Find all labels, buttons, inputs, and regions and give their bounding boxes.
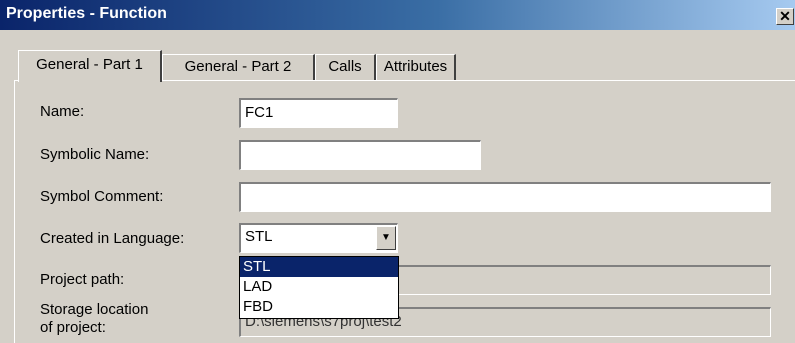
window-title: Properties - Function: [6, 5, 167, 22]
close-button[interactable]: ✕: [776, 8, 794, 25]
tab-general-part-2[interactable]: General - Part 2: [162, 54, 315, 80]
language-option-fbd[interactable]: FBD: [240, 297, 398, 317]
tab-calls[interactable]: Calls: [315, 54, 376, 80]
symbolic-name-input[interactable]: [239, 140, 481, 170]
close-icon: ✕: [779, 8, 791, 24]
dropdown-arrow-button[interactable]: ▼: [376, 226, 396, 250]
language-select[interactable]: STL ▼: [239, 223, 398, 253]
language-option-stl[interactable]: STL: [240, 257, 398, 277]
symbol-comment-label: Symbol Comment:: [40, 188, 164, 205]
storage-location-label-line1: Storage location: [40, 301, 149, 318]
language-select-value: STL: [245, 228, 273, 245]
name-label: Name:: [40, 103, 85, 120]
symbol-comment-input[interactable]: [239, 182, 771, 212]
tab-general-part-1[interactable]: General - Part 1: [18, 50, 162, 82]
name-input[interactable]: FC1: [239, 98, 398, 128]
language-option-lad[interactable]: LAD: [240, 277, 398, 297]
created-in-language-label: Created in Language:: [40, 230, 185, 247]
symbolic-name-label: Symbolic Name:: [40, 146, 150, 163]
storage-location-label-line2: of project:: [40, 319, 106, 336]
title-bar: Properties - Function ✕: [0, 0, 795, 30]
language-dropdown-list: STL LAD FBD: [239, 256, 399, 319]
tab-attributes[interactable]: Attributes: [376, 54, 456, 80]
project-path-label: Project path:: [40, 271, 125, 288]
chevron-down-icon: ▼: [381, 232, 391, 243]
